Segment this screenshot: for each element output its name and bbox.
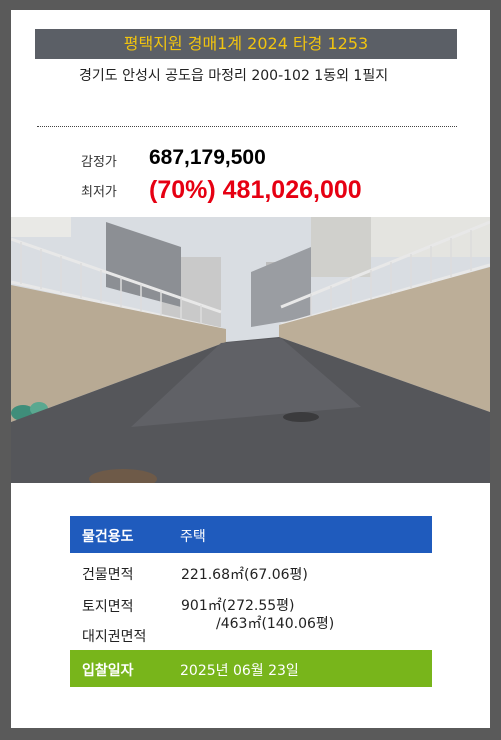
bid-date-label: 입찰일자 <box>82 663 134 679</box>
case-title: 평택지원 경매1계 2024 타경 1253 <box>35 29 457 59</box>
divider <box>37 126 457 127</box>
property-photo <box>11 217 490 483</box>
land-right-area-value: /463㎡(140.06평) <box>216 616 335 632</box>
land-right-area-label: 대지권면적 <box>82 629 147 645</box>
auction-card: 평택지원 경매1계 2024 타경 1253 경기도 안성시 공도읍 마정리 2… <box>11 10 490 728</box>
minimum-label: 최저가 <box>81 185 117 200</box>
appraisal-label: 감정가 <box>81 155 117 170</box>
land-area-value: 901㎡(272.55평) <box>181 598 295 614</box>
bid-date-row: 입찰일자 2025년 06월 23일 <box>70 650 432 687</box>
usage-row: 물건용도 주택 <box>70 516 432 553</box>
usage-value: 주택 <box>180 529 206 545</box>
property-address: 경기도 안성시 공도읍 마정리 200-102 1동외 1필지 <box>79 68 389 84</box>
usage-label: 물건용도 <box>82 529 134 545</box>
building-area-label: 건물면적 <box>82 567 134 583</box>
bid-date-value: 2025년 06월 23일 <box>180 663 299 679</box>
land-area-label: 토지면적 <box>82 599 134 615</box>
minimum-value: (70%) 481,026,000 <box>149 176 362 204</box>
appraisal-value: 687,179,500 <box>149 146 266 169</box>
building-area-value: 221.68㎡(67.06평) <box>181 567 308 583</box>
